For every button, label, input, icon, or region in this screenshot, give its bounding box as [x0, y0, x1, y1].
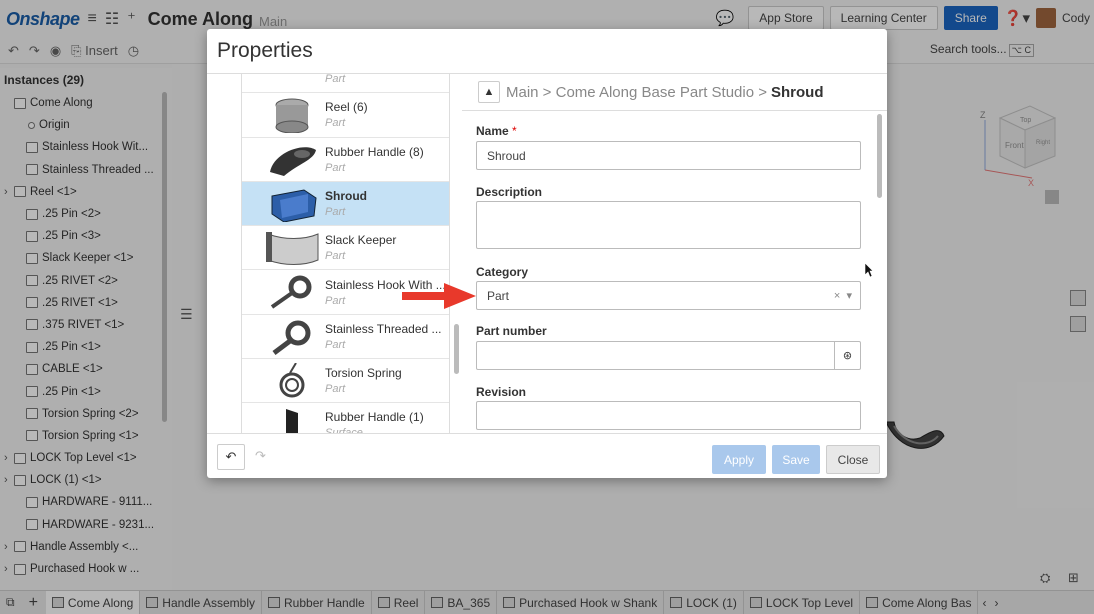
part-list-item[interactable]: Slack Keeper Part — [242, 226, 449, 271]
part-list-item[interactable]: Part — [242, 74, 449, 94]
part-name: Torsion Spring — [325, 366, 402, 381]
part-type: Part — [325, 74, 346, 85]
part-type: Part — [325, 161, 346, 174]
save-button[interactable]: Save — [772, 445, 820, 474]
parts-list-scrollbar[interactable] — [454, 324, 459, 374]
dialog-body: Part Reel (6) Part Rubber Handle (8) Part Shr… — [207, 73, 887, 434]
part-name: Rubber Handle (1) — [325, 410, 424, 425]
part-name: Stainless Threaded ... — [325, 321, 442, 336]
name-value: Shroud — [487, 148, 526, 163]
part-thumbnail-icon — [286, 409, 298, 434]
dialog-redo-button[interactable]: ↷ — [255, 448, 266, 464]
part-thumbnail-icon — [279, 363, 305, 398]
name-label: Name * — [476, 124, 517, 138]
description-label: Description — [476, 185, 543, 199]
part-name: Reel (6) — [325, 100, 368, 115]
breadcrumb: ▲ Main > Come Along Base Part Studio > S… — [478, 80, 823, 104]
revision-label: Revision — [476, 385, 527, 399]
part-type: Part — [325, 250, 346, 263]
chevron-down-icon[interactable]: ▾ — [846, 290, 852, 302]
part-type: Part — [325, 338, 346, 351]
dialog-title: Properties — [217, 39, 313, 62]
clear-icon[interactable]: × — [834, 290, 840, 302]
part-thumbnail-icon — [275, 98, 309, 134]
category-label: Category — [476, 265, 529, 279]
parts-list: Part Reel (6) Part Rubber Handle (8) Part Shr… — [241, 74, 450, 434]
revision-field[interactable] — [476, 401, 861, 430]
part-thumbnail-icon — [266, 232, 319, 266]
part-name: Shroud — [325, 188, 367, 203]
dialog-undo-button[interactable]: ↶ — [217, 444, 245, 470]
part-thumbnail-icon — [270, 275, 312, 309]
part-thumbnail-icon — [264, 74, 320, 89]
required-marker: * — [512, 124, 517, 138]
part-type: Part — [325, 383, 346, 396]
part-type: Part — [325, 294, 346, 307]
part-type: Part — [325, 205, 346, 218]
name-label-text: Name — [476, 124, 509, 138]
properties-dialog: Properties Part Reel (6) Part Rubber Handle… — [207, 29, 887, 478]
part-list-item[interactable]: Stainless Threaded ... Part — [242, 315, 449, 360]
properties-scrollbar[interactable] — [877, 114, 882, 198]
category-value: Part — [487, 288, 510, 303]
dialog-footer: ↶ ↷ Apply Save Close — [207, 433, 887, 478]
part-list-item[interactable]: Shroud Part — [242, 181, 449, 227]
part-name: Slack Keeper — [325, 233, 397, 248]
part-thumbnail-icon — [271, 189, 317, 222]
separator — [462, 110, 887, 111]
part-type: Part — [325, 117, 346, 130]
select-controls: × ▾ — [834, 289, 852, 302]
category-select[interactable]: Part × ▾ — [476, 281, 861, 310]
part-list-item[interactable]: Torsion Spring Part — [242, 359, 449, 404]
part-name: Rubber Handle (8) — [325, 144, 424, 159]
part-number-label: Part number — [476, 324, 547, 338]
annotation-arrow-icon — [402, 283, 476, 309]
part-thumbnail-icon — [272, 320, 311, 355]
part-list-item[interactable]: Rubber Handle (1) Surface — [242, 403, 449, 434]
part-number-field[interactable]: ⊛ — [476, 341, 861, 370]
mouse-cursor-icon — [864, 262, 874, 278]
description-field[interactable] — [476, 201, 861, 249]
name-field[interactable]: Shroud — [476, 141, 861, 170]
generate-number-icon[interactable]: ⊛ — [834, 342, 860, 369]
part-list-item[interactable]: Reel (6) Part — [242, 93, 449, 138]
breadcrumb-current: Shroud — [770, 83, 824, 101]
part-thumbnail-icon — [270, 146, 316, 176]
breadcrumb-path[interactable]: Main > Come Along Base Part Studio > — [506, 84, 767, 101]
properties-form: ▲ Main > Come Along Base Part Studio > S… — [462, 74, 887, 434]
part-studio-icon: ▲ — [478, 81, 500, 103]
close-button[interactable]: Close — [826, 445, 880, 474]
apply-button[interactable]: Apply — [712, 445, 766, 474]
part-list-item[interactable]: Rubber Handle (8) Part — [242, 138, 449, 182]
